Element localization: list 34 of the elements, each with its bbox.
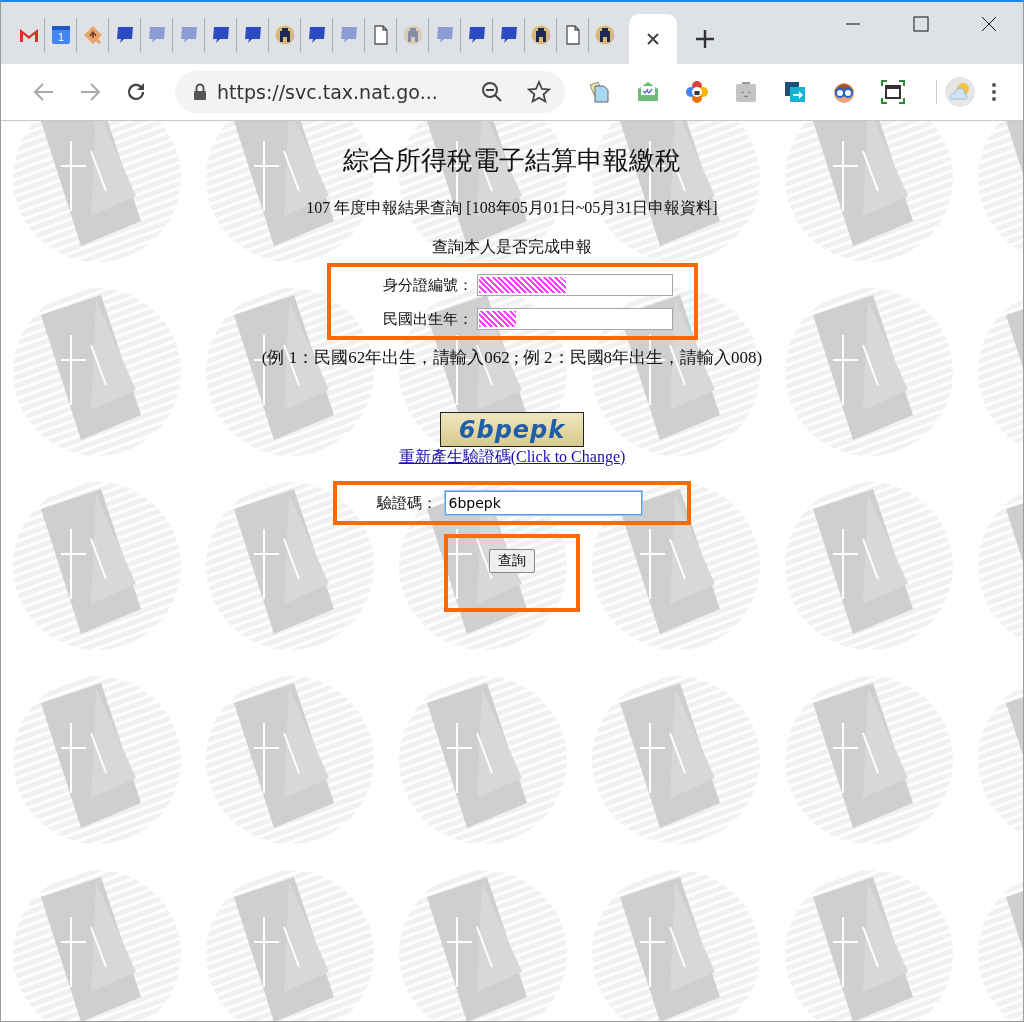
query-button[interactable]: 查詢 — [489, 549, 535, 573]
lock-icon — [193, 83, 207, 101]
field-label: 身分證編號： — [382, 275, 473, 295]
close-icon[interactable] — [646, 32, 660, 46]
input-field[interactable] — [477, 274, 673, 296]
lock-flower-icon[interactable] — [685, 80, 709, 104]
goggles-face-icon[interactable] — [832, 80, 856, 104]
reload-icon[interactable] — [125, 81, 147, 103]
captcha-image: 6bpepk — [440, 412, 584, 447]
captcha-input[interactable]: 6bpepk — [444, 491, 642, 515]
screen-capture-icon[interactable] — [881, 80, 905, 104]
menu-icon[interactable] — [991, 82, 997, 102]
calendar-icon: 1 — [50, 25, 71, 45]
refresh-captcha-link[interactable]: 重新產生驗證碼(Click to Change) — [398, 447, 626, 468]
zoom-out-icon[interactable] — [481, 81, 503, 103]
maximize-icon[interactable] — [913, 16, 929, 32]
address-bar[interactable]: https://svc.tax.nat.go... — [175, 71, 565, 113]
documents-icon[interactable] — [587, 80, 611, 104]
example-note: (例 1：民國62年出生，請輸入062 ; 例 2：民國8年出生，請輸入008) — [261, 347, 763, 369]
browser-tab[interactable] — [629, 14, 677, 64]
field-label: 驗證碼： — [376, 493, 437, 513]
arrow-window-icon[interactable] — [783, 80, 807, 104]
browser-tab[interactable]: 1 — [45, 18, 77, 52]
url-text: https://svc.tax.nat.go... — [217, 81, 439, 103]
page-title: 綜合所得稅電子結算申報繳稅 — [343, 145, 681, 177]
sleeping-face-icon[interactable] — [734, 80, 758, 104]
input-field[interactable] — [477, 308, 673, 330]
field-label: 民國出生年： — [382, 309, 473, 329]
star-icon[interactable] — [527, 80, 551, 104]
plus-icon[interactable] — [695, 29, 715, 49]
subtitle: 107 年度申報結果查詢 [108年05月01日~05月31日申報資料] — [306, 198, 718, 218]
section-heading: 查詢本人是否完成申報 — [432, 237, 592, 257]
close-icon[interactable] — [981, 16, 997, 32]
envelope-icon[interactable] — [636, 80, 660, 104]
